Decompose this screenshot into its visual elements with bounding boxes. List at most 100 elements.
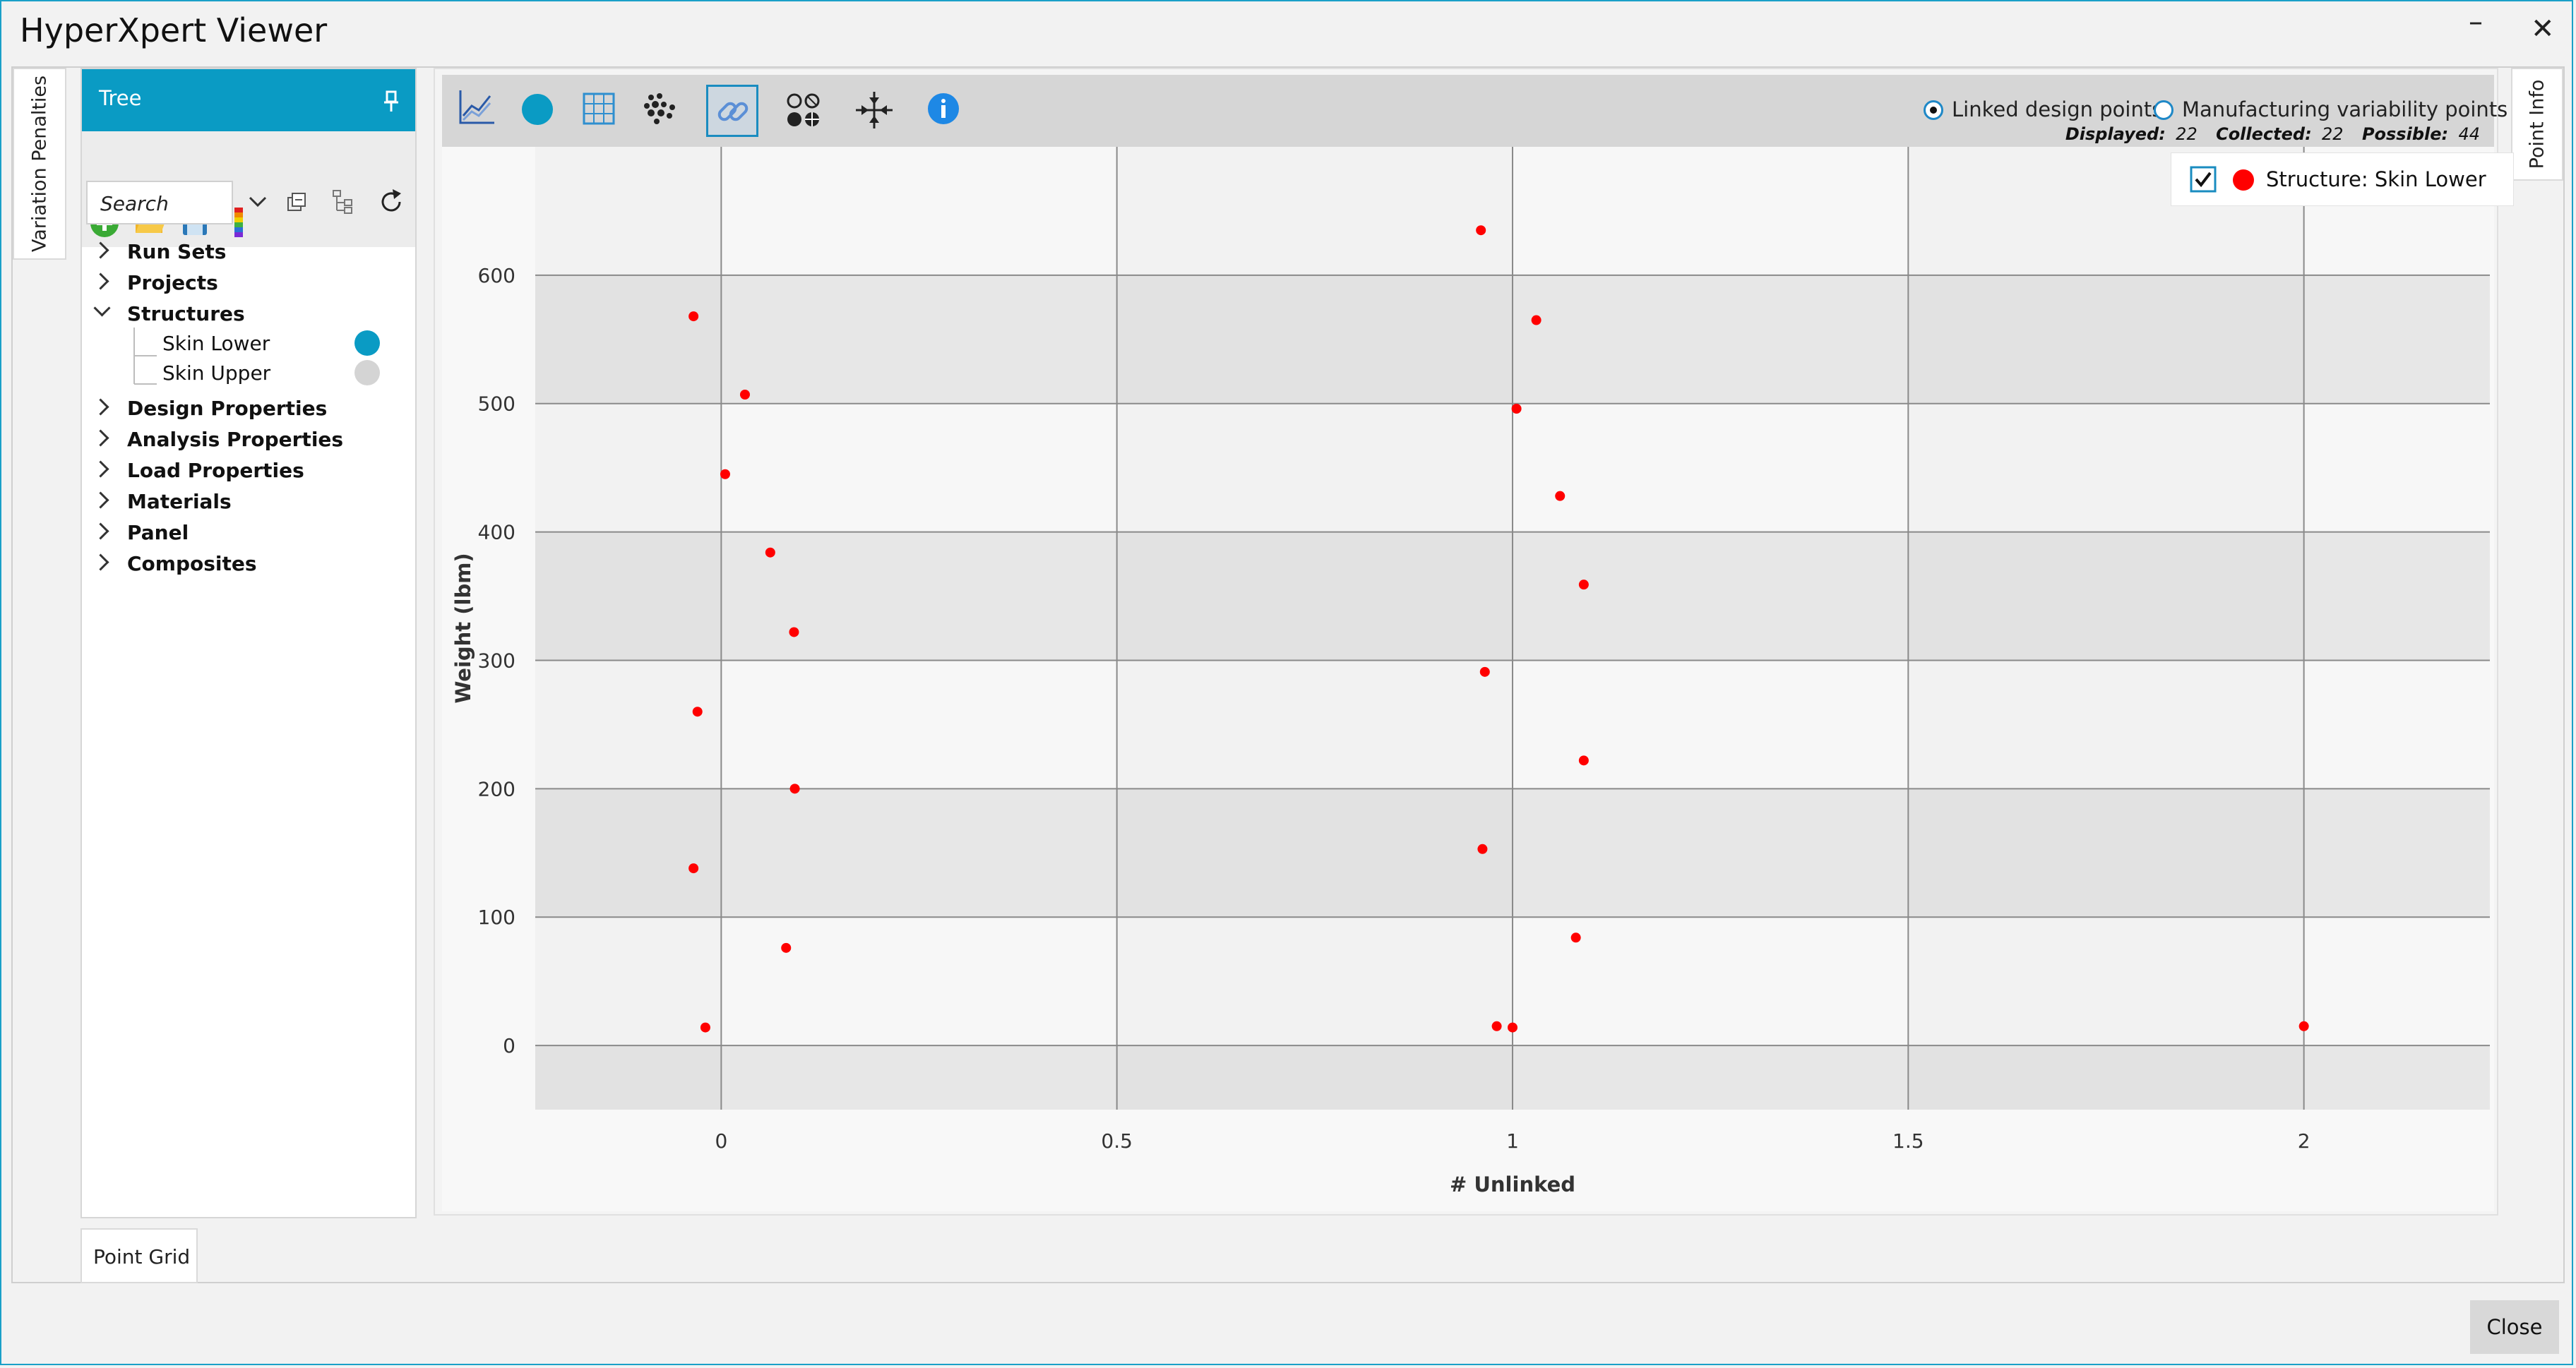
data-point[interactable] [1476, 225, 1486, 236]
data-point[interactable] [789, 784, 800, 794]
window-close-button[interactable]: ✕ [2531, 13, 2555, 45]
close-button[interactable]: Close [2470, 1300, 2559, 1354]
y-tick-label: 200 [478, 777, 515, 800]
y-axis-label: Weight (lbm) [451, 553, 475, 703]
y-tick-label: 100 [478, 906, 515, 929]
tree-item-label: Panel [127, 521, 189, 544]
displayed-value: 22 [2176, 124, 2198, 144]
data-point[interactable] [692, 707, 703, 717]
tree-item-label: Load Properties [127, 459, 304, 482]
tree-item-label: Skin Lower [162, 332, 270, 355]
tree-item-label: Run Sets [127, 240, 227, 263]
color-legend-icon[interactable] [232, 206, 246, 239]
point-styles-icon[interactable] [785, 92, 822, 128]
y-tick-label: 600 [478, 264, 515, 287]
y-tick-label: 300 [478, 649, 515, 672]
tree-panel: Tree Search Run Sets Projects Structures… [80, 68, 417, 1218]
variation-penalties-label: Variation Penalties [28, 75, 51, 253]
window-title: HyperXpert Viewer [20, 11, 328, 49]
data-point[interactable] [1508, 1022, 1517, 1033]
tree-item-label: Analysis Properties [127, 428, 344, 451]
minimize-button[interactable]: – [2469, 6, 2483, 38]
legend-checkbox[interactable] [2190, 166, 2217, 193]
tree-item-label: Composites [127, 552, 257, 575]
chevron-right-icon [92, 429, 109, 447]
data-point[interactable] [1479, 666, 1490, 677]
collected-value: 22 [2322, 124, 2344, 144]
tree-item-label: Materials [127, 490, 232, 513]
tree-structure-icon[interactable] [332, 189, 354, 215]
tree-item-label: Projects [127, 271, 218, 294]
y-tick-label: 500 [478, 392, 515, 416]
x-tick-label: 1 [1506, 1129, 1519, 1153]
data-point[interactable] [1491, 1021, 1502, 1031]
chevron-right-icon [92, 272, 109, 290]
plot-band-vertical [535, 147, 721, 1110]
refresh-icon[interactable] [377, 188, 405, 216]
data-point[interactable] [2298, 1021, 2309, 1031]
plot-band-vertical [1117, 147, 1513, 1110]
tree-header-title: Tree [99, 86, 142, 110]
linked-design-points-radio[interactable] [1924, 100, 1943, 120]
data-point[interactable] [1578, 580, 1589, 590]
search-input[interactable]: Search [86, 181, 233, 224]
data-point[interactable] [765, 547, 775, 558]
data-point[interactable] [688, 863, 699, 874]
chevron-down-icon[interactable] [247, 193, 268, 210]
data-point[interactable] [1555, 491, 1566, 501]
info-icon[interactable] [926, 92, 960, 126]
move-arrows-icon[interactable] [854, 90, 894, 130]
point-info-tab[interactable]: Point Info [2511, 68, 2563, 181]
data-point[interactable] [781, 942, 792, 953]
data-point[interactable] [700, 1022, 710, 1033]
y-tick-label: 400 [478, 521, 515, 544]
color-swatch[interactable] [354, 330, 380, 356]
x-tick-label: 0 [715, 1129, 727, 1153]
data-point[interactable] [739, 390, 750, 400]
tree-item-label: Skin Upper [162, 361, 271, 385]
point-grid-tab[interactable]: Point Grid [80, 1228, 198, 1283]
pin-icon[interactable] [383, 90, 400, 113]
collapse-all-icon[interactable] [287, 191, 309, 213]
data-point[interactable] [1477, 844, 1488, 854]
data-point[interactable] [1511, 404, 1522, 414]
chart-legend: Structure: Skin Lower [2171, 152, 2514, 206]
scatter-cloud-icon[interactable] [641, 90, 679, 127]
x-tick-label: 0.5 [1101, 1129, 1133, 1153]
manufacturing-variability-radio[interactable] [2154, 100, 2174, 120]
x-axis-label: # Unlinked [1450, 1172, 1575, 1196]
x-tick-label: 1.5 [1892, 1129, 1924, 1153]
linked-design-points-label: Linked design points [1952, 97, 2163, 121]
chevron-right-icon [92, 491, 109, 509]
data-point[interactable] [1531, 315, 1542, 325]
y-tick-label: 0 [503, 1034, 515, 1057]
table-icon[interactable] [582, 92, 616, 126]
scatter-chart[interactable]: 0 100 200 300 400 500 600 0 0.5 1 1.5 2 # Unlinked We… [442, 147, 2494, 1211]
tree-item-label: Design Properties [127, 397, 328, 420]
manufacturing-variability-label: Manufacturing variability points [2182, 97, 2508, 121]
legend-marker [2233, 169, 2254, 191]
link-button[interactable] [706, 85, 758, 137]
color-swatch[interactable] [354, 360, 380, 385]
tree-connector-lines [133, 328, 157, 385]
data-point[interactable] [789, 627, 799, 637]
data-point[interactable] [1578, 755, 1589, 766]
displayed-label: Displayed: [2065, 124, 2166, 144]
chevron-right-icon [92, 460, 109, 478]
legend-label: Structure: Skin Lower [2266, 167, 2486, 191]
data-point[interactable] [1570, 932, 1581, 943]
collected-label: Collected: [2216, 124, 2312, 144]
point-info-label: Point Info [2526, 79, 2548, 169]
data-point[interactable] [688, 311, 699, 322]
line-chart-icon[interactable] [458, 88, 496, 126]
tree-item-label: Structures [127, 302, 245, 325]
point-stats: Displayed: 22 Collected: 22 Possible: 44 [2053, 124, 2480, 144]
chevron-right-icon [92, 522, 109, 540]
possible-value: 44 [2458, 124, 2480, 144]
circle-icon[interactable] [520, 92, 555, 127]
data-point[interactable] [720, 469, 730, 479]
variation-penalties-tab[interactable]: Variation Penalties [13, 68, 66, 260]
plot-band-vertical [1908, 147, 2303, 1110]
tree-header: Tree [82, 69, 415, 131]
link-icon [717, 102, 749, 121]
